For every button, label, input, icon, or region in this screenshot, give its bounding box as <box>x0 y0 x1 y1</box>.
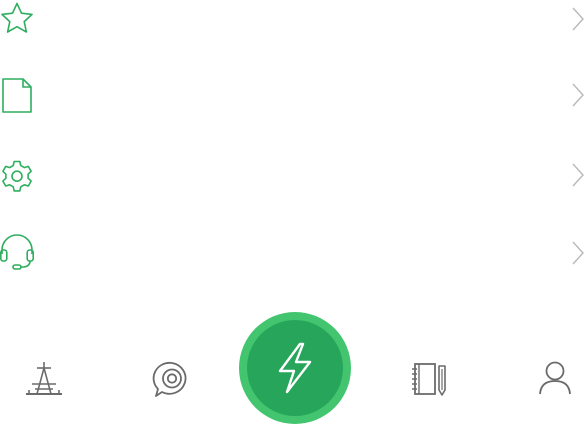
menu-item-documents[interactable] <box>0 78 586 138</box>
chat-bubble-icon <box>148 360 196 400</box>
chevron-right-icon <box>570 82 586 108</box>
chevron-right-icon <box>570 162 586 188</box>
tower-icon <box>20 360 68 400</box>
document-icon <box>0 78 36 118</box>
menu-item-settings[interactable] <box>0 160 586 220</box>
star-icon <box>0 2 36 42</box>
chevron-right-icon <box>570 6 586 32</box>
tab-messages[interactable] <box>148 360 196 400</box>
gear-icon <box>0 160 36 200</box>
settings-page <box>0 0 586 428</box>
menu-item-customer-service[interactable] <box>0 234 586 294</box>
center-action-button[interactable] <box>247 320 343 416</box>
tab-home[interactable] <box>20 360 68 400</box>
notebook-pencil-icon <box>406 360 454 400</box>
tab-notes[interactable] <box>406 360 454 400</box>
headset-icon <box>0 234 36 274</box>
person-icon <box>530 360 578 400</box>
tab-profile[interactable] <box>530 360 578 400</box>
menu-item-favorites[interactable] <box>0 2 586 62</box>
chevron-right-icon <box>570 240 586 266</box>
